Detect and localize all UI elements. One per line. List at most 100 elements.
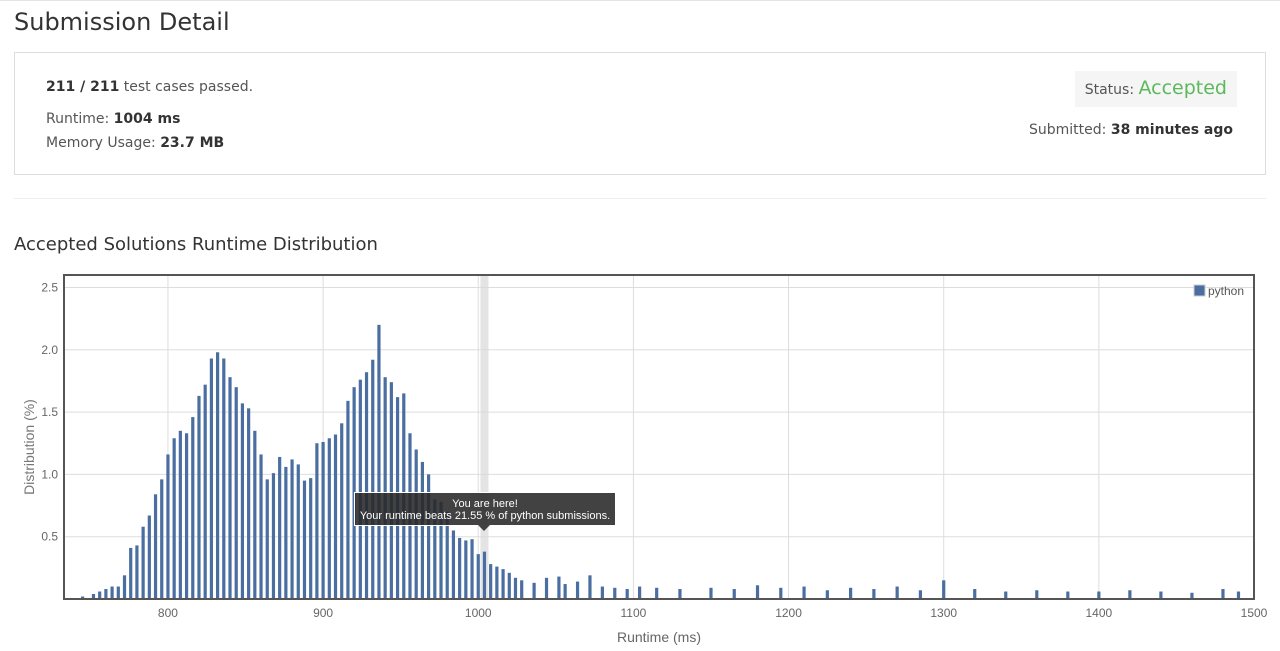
bar xyxy=(309,478,313,599)
bar xyxy=(464,540,468,599)
submitted-value[interactable]: 38 minutes ago xyxy=(1111,122,1233,138)
section-title: Accepted Solutions Runtime Distribution xyxy=(14,234,378,255)
legend-swatch xyxy=(1193,284,1206,297)
bar xyxy=(420,461,424,599)
bar xyxy=(234,387,238,599)
bar xyxy=(470,539,474,599)
x-tick-label: 900 xyxy=(313,606,333,620)
x-tick-label: 800 xyxy=(158,606,178,620)
bar xyxy=(1159,591,1163,599)
you-are-here-tooltip: You are here! Your runtime beats 21.55 %… xyxy=(354,492,616,526)
bar xyxy=(451,530,456,599)
bar xyxy=(166,454,170,599)
bar xyxy=(315,443,319,599)
y-tick-label: 1.0 xyxy=(41,467,58,481)
memory-label: Memory Usage: xyxy=(46,135,156,151)
memory-line: Memory Usage: 23.7 MB xyxy=(46,135,224,151)
bar xyxy=(482,551,487,599)
bar xyxy=(278,456,282,599)
bar xyxy=(895,586,899,599)
bar xyxy=(732,589,736,599)
bar xyxy=(918,590,923,599)
bar xyxy=(184,433,189,599)
bar xyxy=(513,577,518,599)
bar xyxy=(849,587,853,599)
bar xyxy=(389,382,393,599)
bar xyxy=(973,589,977,599)
x-tick-label: 1200 xyxy=(775,606,802,620)
bar xyxy=(135,545,139,599)
status-label: Status: xyxy=(1084,82,1135,98)
bar xyxy=(942,580,946,599)
status-badge: Status: Accepted xyxy=(1074,71,1237,107)
bar xyxy=(625,589,629,599)
x-tick-label: 1100 xyxy=(620,606,646,620)
bar xyxy=(290,459,294,599)
current-runtime-highlight xyxy=(480,275,489,599)
bar xyxy=(1066,591,1070,599)
bar xyxy=(222,358,226,599)
tooltip-line-1: You are here! xyxy=(452,498,518,510)
bar xyxy=(333,434,338,599)
bar xyxy=(265,479,269,599)
bar xyxy=(191,417,195,599)
bar xyxy=(203,384,207,599)
legend-label: python xyxy=(1208,284,1244,298)
tooltip-line-2: Your runtime beats 21.55 % of python sub… xyxy=(359,510,611,522)
bar xyxy=(600,586,604,599)
bar xyxy=(638,586,642,599)
y-tick-label: 2.5 xyxy=(41,280,58,294)
runtime-distribution-chart[interactable]: 0.5 1.0 1.5 2.0 2.5 800 900 1000 1100 1200 1300 140… xyxy=(0,265,1280,651)
x-tick-label: 1300 xyxy=(930,606,957,620)
bar xyxy=(507,572,511,599)
bar xyxy=(358,379,362,599)
bar xyxy=(110,586,114,599)
bar xyxy=(544,577,549,599)
bar xyxy=(557,576,561,599)
runtime-line: Runtime: 1004 ms xyxy=(46,111,180,127)
bar xyxy=(98,591,102,599)
x-axis-label: Runtime (ms) xyxy=(617,629,701,645)
bar xyxy=(563,584,567,599)
bar xyxy=(1128,590,1132,599)
bar xyxy=(520,580,524,599)
runtime-value: 1004 ms xyxy=(113,111,181,127)
bar xyxy=(709,587,713,599)
bar xyxy=(495,566,499,599)
bar xyxy=(327,438,331,599)
bar xyxy=(588,575,592,599)
bar xyxy=(575,581,580,599)
bar xyxy=(104,589,108,599)
bar xyxy=(501,569,505,599)
bar xyxy=(1004,591,1008,599)
bar xyxy=(1035,590,1039,599)
bar xyxy=(383,377,387,599)
test-cases-line: 211 / 211 test cases passed. xyxy=(46,79,253,95)
bar xyxy=(532,582,536,599)
bar xyxy=(129,547,133,599)
bar xyxy=(271,473,276,599)
x-tick-label: 1500 xyxy=(1241,606,1268,620)
bar xyxy=(779,587,783,599)
x-tick-label: 1400 xyxy=(1085,606,1112,620)
bar xyxy=(458,537,462,599)
bar xyxy=(489,564,493,599)
submitted-line: Submitted: 38 minutes ago xyxy=(1029,122,1233,138)
section-divider xyxy=(14,198,1266,199)
bar xyxy=(228,377,232,599)
bar xyxy=(284,466,288,599)
bar xyxy=(172,438,176,599)
bar xyxy=(178,430,182,599)
bar xyxy=(364,372,369,599)
status-value: Accepted xyxy=(1138,77,1227,99)
bar xyxy=(197,395,201,599)
bar xyxy=(122,575,127,599)
y-tick-label: 0.5 xyxy=(41,530,58,544)
top-rule xyxy=(0,0,1280,1)
bar xyxy=(160,479,164,599)
bar xyxy=(1236,591,1241,599)
bar xyxy=(872,589,876,599)
bar xyxy=(321,441,325,599)
bar xyxy=(141,526,145,599)
bar xyxy=(153,494,158,599)
